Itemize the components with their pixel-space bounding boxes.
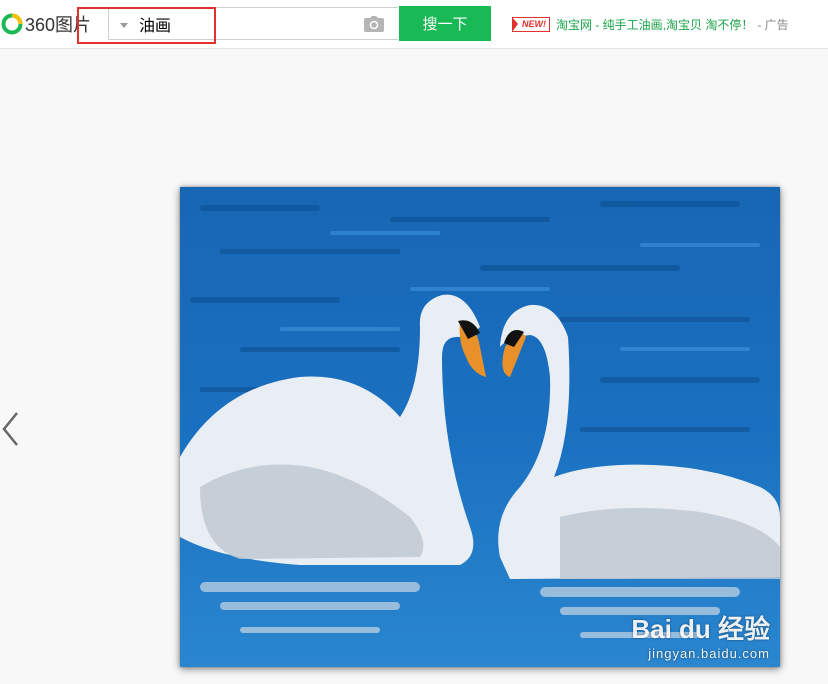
- new-badge: NEW!: [512, 16, 550, 32]
- dropdown-arrow-icon[interactable]: [117, 19, 131, 31]
- watermark-brand: Bai du 经验: [631, 614, 770, 644]
- watermark-url: jingyan.baidu.com: [648, 646, 770, 661]
- logo-text: 360图片: [25, 15, 92, 35]
- ad-link[interactable]: 淘宝网 - 纯手工油画,淘宝贝 淘不停！: [556, 16, 753, 33]
- camera-icon[interactable]: [364, 16, 384, 32]
- search-input[interactable]: [139, 13, 339, 35]
- main-image: Bai du 经验 jingyan.baidu.com: [180, 187, 780, 667]
- chevron-left-icon[interactable]: [0, 410, 22, 448]
- top-bar: 360图片 搜一下 NEW! 淘宝网 - 纯手工油画,淘宝贝 淘不停！ - 广告: [0, 0, 828, 49]
- 360-logo-icon: [1, 13, 23, 35]
- logo[interactable]: 360图片: [0, 10, 91, 38]
- search-button[interactable]: 搜一下: [399, 6, 491, 41]
- ad-banner: NEW! 淘宝网 - 纯手工油画,淘宝贝 淘不停！ - 广告: [512, 15, 789, 33]
- swans-painting: [180, 187, 780, 667]
- baidu-watermark: Bai du 经验 jingyan.baidu.com: [631, 609, 770, 661]
- search-box[interactable]: [108, 7, 398, 40]
- ad-label: - 广告: [757, 17, 789, 32]
